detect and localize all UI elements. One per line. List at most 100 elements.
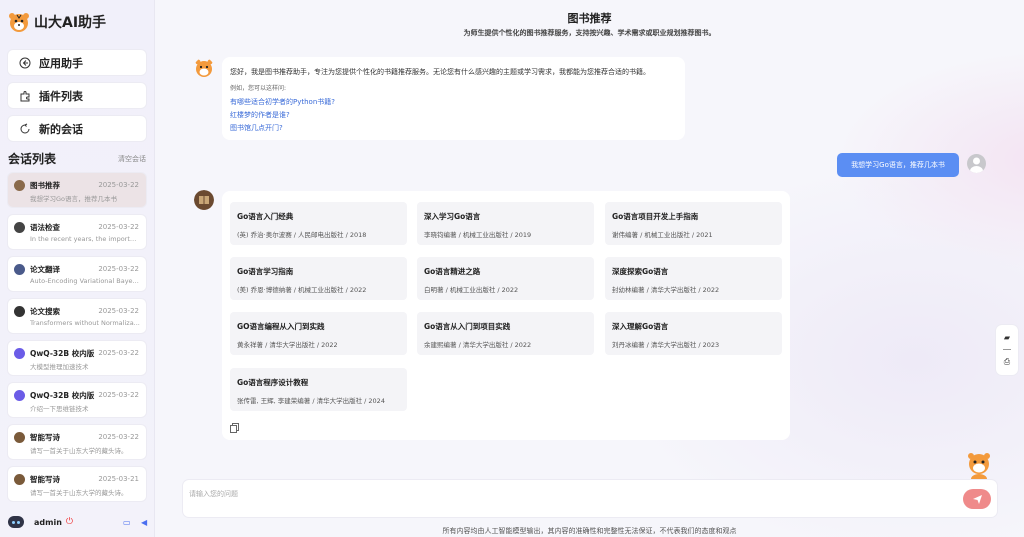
book-meta: 刘丹冰编著 / 清华大学出版社 / 2023: [612, 341, 720, 349]
brand: 山大AI助手: [8, 11, 106, 33]
message-input-box: [183, 480, 997, 517]
session-item[interactable]: QwQ-32B 校内版 2025-03-22 大模型推理加速技术: [8, 341, 146, 375]
book-title: 深入学习Go语言: [424, 212, 481, 221]
session-item[interactable]: 论文搜索 2025-03-22 Transformers without Nor…: [8, 299, 146, 333]
session-preview: In the recent years, the importa...: [30, 235, 140, 243]
power-icon[interactable]: ⏻: [66, 517, 73, 527]
session-date: 2025-03-22: [98, 391, 139, 399]
book-card[interactable]: Go语言项目开发上手指南 谢伟编著 / 机械工业出版社 / 2021: [605, 202, 782, 245]
monitor-icon[interactable]: ▭: [123, 518, 131, 527]
book-title: Go语言从入门到项目实践: [424, 322, 511, 331]
plugins-button[interactable]: 插件列表: [8, 83, 146, 108]
search-avatar-icon: [14, 306, 25, 317]
session-title: 论文翻译: [30, 265, 60, 274]
book-title: Go语言程序设计教程: [237, 378, 309, 387]
back-circle-icon: [18, 56, 31, 69]
book-meta: 余建熙编著 / 清华大学出版社 / 2022: [424, 341, 532, 349]
session-title: QwQ-32B 校内版: [30, 391, 95, 400]
collapse-sidebar-icon[interactable]: ◀: [141, 518, 147, 527]
puzzle-icon: [18, 89, 31, 102]
user-avatar[interactable]: [8, 516, 24, 528]
session-item[interactable]: 智能写诗 2025-03-22 请写一首关于山东大学的藏头诗。: [8, 425, 146, 459]
sidebar: 山大AI助手 应用助手 插件列表 新的会话 会话列表 清空会话 图书推荐 202…: [0, 0, 155, 537]
session-preview: 请写一首关于山东大学的藏头诗。: [30, 447, 128, 455]
user-message: 我想学习Go语言，推荐几本书: [837, 153, 959, 177]
book-bot-avatar-icon: [194, 190, 214, 210]
book-card[interactable]: Go语言程序设计教程 张传雷, 王辉, 李建荣编著 / 清华大学出版社 / 20…: [230, 368, 407, 411]
tiger-avatar-icon: [195, 59, 213, 77]
session-date: 2025-03-22: [98, 181, 139, 189]
welcome-message: 您好，我是图书推荐助手，专注为您提供个性化的书籍推荐服务。无论您有什么感兴趣的主…: [222, 57, 685, 140]
session-preview: Transformers without Normaliza...: [30, 319, 140, 327]
book-meta: 封幼林编著 / 清华大学出版社 / 2022: [612, 286, 720, 294]
send-icon: [972, 494, 982, 504]
book-card[interactable]: Go语言入门经典 (英) 乔治·奥尔波赛 / 人民邮电出版社 / 2018: [230, 202, 407, 245]
side-toolbar: ▰ ⎙: [996, 325, 1018, 375]
example-question[interactable]: 图书馆几点开门?: [230, 123, 677, 133]
book-card[interactable]: GO语言编程从入门到实践 黄永祥著 / 清华大学出版社 / 2022: [230, 312, 407, 355]
session-preview: 大模型推理加速技术: [30, 363, 89, 371]
apps-button[interactable]: 应用助手: [8, 50, 146, 75]
poem-avatar-icon: [14, 474, 25, 485]
example-question[interactable]: 红楼梦的作者是谁?: [230, 110, 677, 120]
session-date: 2025-03-22: [98, 223, 139, 231]
book-title: Go语言项目开发上手指南: [612, 212, 699, 221]
book-card[interactable]: Go语言学习指南 (美) 乔恩·博德纳著 / 机械工业出版社 / 2022: [230, 257, 407, 300]
session-item[interactable]: 论文翻译 2025-03-22 Auto-Encoding Variationa…: [8, 257, 146, 291]
book-meta: 黄永祥著 / 清华大学出版社 / 2022: [237, 341, 338, 349]
session-date: 2025-03-21: [98, 475, 139, 483]
book-card[interactable]: 深入学习Go语言 李晓钧编著 / 机械工业出版社 / 2019: [417, 202, 594, 245]
user-name: admin: [34, 517, 62, 527]
session-item[interactable]: 智能写诗 2025-03-21 请写一首关于山东大学的藏头诗。: [8, 467, 146, 501]
book-meta: 谢伟编著 / 机械工业出版社 / 2021: [612, 231, 713, 239]
copy-icon[interactable]: [230, 423, 239, 433]
book-card[interactable]: Go语言从入门到项目实践 余建熙编著 / 清华大学出版社 / 2022: [417, 312, 594, 355]
apps-label: 应用助手: [39, 56, 83, 70]
qwq-avatar-icon: [14, 348, 25, 359]
session-date: 2025-03-22: [98, 433, 139, 441]
comment-icon[interactable]: ▰: [1004, 333, 1010, 342]
book-title: Go语言精进之路: [424, 267, 481, 276]
new-chat-button[interactable]: 新的会话: [8, 116, 146, 141]
clear-sessions-button[interactable]: 清空会话: [118, 154, 146, 164]
session-title: 智能写诗: [30, 433, 60, 442]
book-meta: (英) 乔治·奥尔波赛 / 人民邮电出版社 / 2018: [237, 231, 367, 239]
new-chat-label: 新的会话: [39, 122, 83, 136]
chat-main: 图书推荐 为师生提供个性化的图书推荐服务，支持按兴趣、学术需求或职业规划推荐图书…: [155, 0, 1024, 537]
page-subtitle: 为师生提供个性化的图书推荐服务，支持按兴趣、学术需求或职业规划推荐图书。: [463, 29, 716, 37]
session-preview: 介绍一下思维链技术: [30, 405, 89, 413]
send-button[interactable]: [963, 489, 991, 509]
session-item[interactable]: QwQ-32B 校内版 2025-03-22 介绍一下思维链技术: [8, 383, 146, 417]
session-item[interactable]: 语法检查 2025-03-22 In the recent years, the…: [8, 215, 146, 249]
poem-avatar-icon: [14, 432, 25, 443]
session-preview: 我想学习Go语言，推荐几本书: [30, 195, 118, 203]
example-label: 例如，您可以这样问:: [230, 85, 287, 92]
grammar-avatar-icon: [14, 222, 25, 233]
qwq-avatar-icon: [14, 390, 25, 401]
translate-avatar-icon: [14, 264, 25, 275]
session-item[interactable]: 图书推荐 2025-03-22 我想学习Go语言，推荐几本书: [8, 173, 146, 207]
book-title: GO语言编程从入门到实践: [237, 322, 325, 331]
session-date: 2025-03-22: [98, 265, 139, 273]
plugins-label: 插件列表: [39, 89, 83, 103]
book-card[interactable]: Go语言精进之路 白明著 / 机械工业出版社 / 2022: [417, 257, 594, 300]
book-title: 深度探索Go语言: [612, 267, 669, 276]
book-meta: 白明著 / 机械工业出版社 / 2022: [424, 286, 519, 294]
welcome-intro: 您好，我是图书推荐助手，专注为您提供个性化的书籍推荐服务。无论您有什么感兴趣的主…: [230, 68, 650, 76]
message-input[interactable]: [189, 486, 949, 502]
session-title: 图书推荐: [30, 181, 60, 190]
book-card[interactable]: 深度探索Go语言 封幼林编著 / 清华大学出版社 / 2022: [605, 257, 782, 300]
page-title: 图书推荐: [567, 12, 612, 25]
book-meta: 李晓钧编著 / 机械工业出版社 / 2019: [424, 231, 532, 239]
session-preview: Auto-Encoding Variational Baye...: [30, 277, 139, 285]
example-question[interactable]: 有哪些适合初学者的Python书籍?: [230, 97, 677, 107]
book-meta: 张传雷, 王辉, 李建荣编著 / 清华大学出版社 / 2024: [237, 397, 385, 405]
book-avatar-icon: [14, 180, 25, 191]
session-date: 2025-03-22: [98, 307, 139, 315]
book-card[interactable]: 深入理解Go语言 刘丹冰编著 / 清华大学出版社 / 2023: [605, 312, 782, 355]
book-title: Go语言学习指南: [237, 267, 294, 276]
book-title: Go语言入门经典: [237, 212, 294, 221]
print-icon[interactable]: ⎙: [1004, 357, 1010, 367]
new-chat-icon: [18, 122, 31, 135]
book-title: 深入理解Go语言: [612, 322, 669, 331]
